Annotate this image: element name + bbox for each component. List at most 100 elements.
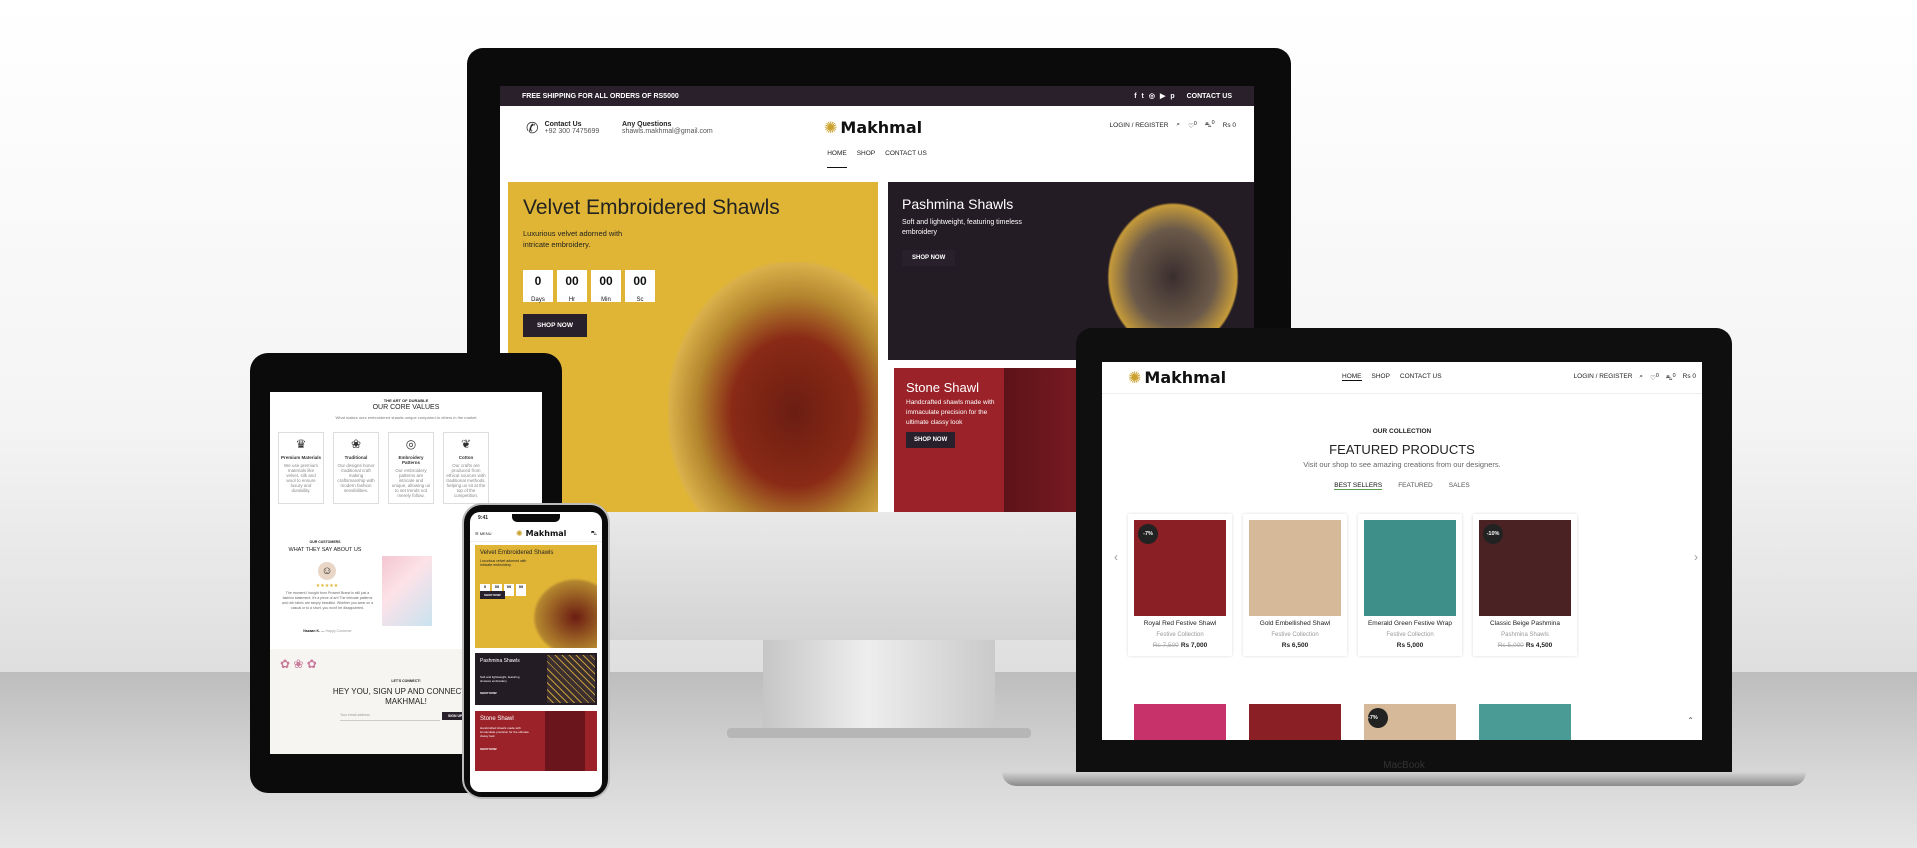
phone-banner-velvet[interactable]: Velvet Embroidered Shawls Luxurious velv…	[475, 545, 597, 648]
banner-pashmina-subtitle: Soft and lightweight, featuring timeless…	[902, 219, 1022, 236]
facebook-icon[interactable]: f	[1134, 93, 1136, 100]
tab-best-sellers[interactable]: BEST SELLERS	[1334, 482, 1383, 490]
testimonials-title: WHAT THEY SAY ABOUT US	[288, 547, 362, 553]
carousel-next-icon[interactable]: ›	[1694, 550, 1698, 564]
nav-home[interactable]: HOME	[1342, 373, 1362, 381]
contact-email[interactable]: shawls.makhmal@gmail.com	[622, 128, 762, 135]
login-register-link[interactable]: LOGIN / REGISTER	[1110, 122, 1169, 129]
nav-shop[interactable]: SHOP	[857, 150, 875, 168]
product-category[interactable]: Festive Collection	[1128, 632, 1232, 638]
product-name[interactable]: Royal Red Festive Shawl	[1128, 620, 1232, 627]
nav-contact[interactable]: CONTACT US	[885, 150, 927, 168]
contact-phone[interactable]: +92 300 7475699	[545, 128, 600, 135]
product-image[interactable]	[1364, 520, 1456, 616]
main-nav: HOME SHOP CONTACT US	[500, 150, 1254, 168]
logo-sun-icon: ✺	[515, 529, 523, 538]
scroll-top-icon[interactable]: ⌃	[1687, 716, 1694, 725]
social-links: f t ◎ ▶ p CONTACT US	[1129, 92, 1232, 100]
twitter-icon[interactable]: t	[1142, 93, 1144, 100]
pashmina-shawl-image	[547, 655, 595, 703]
product-image[interactable]	[1479, 704, 1571, 740]
phone-banner-stone[interactable]: Stone Shawl Handcrafted shawls made with…	[475, 711, 597, 771]
phone-header: ☰ MENU ✺ Makhmal ⛍	[470, 526, 602, 542]
nav-contact[interactable]: CONTACT US	[1400, 373, 1442, 381]
product-card[interactable]: -7% Royal Red Festive Shawl Festive Coll…	[1128, 514, 1232, 656]
product-image[interactable]: -7%	[1364, 704, 1456, 740]
product-category[interactable]: Festive Collection	[1243, 632, 1347, 638]
search-icon[interactable]: ⌕	[1176, 121, 1180, 129]
countdown-timer: 0 Days 00 Hr 00 Min 00 Sc	[523, 270, 659, 306]
signup-title: HEY YOU, SIGN UP AND CONNECT TO MAKHMAL!	[332, 687, 480, 706]
cart-icon[interactable]: ⛍	[591, 530, 597, 538]
menu-button[interactable]: ☰ MENU	[475, 531, 491, 536]
banner-pashmina-shop-button[interactable]: SHOP NOW	[902, 250, 956, 266]
questions-label: Any Questions	[622, 121, 672, 128]
logo-sun-icon: ✺	[824, 118, 838, 137]
testimonial-image	[382, 556, 432, 626]
product-card[interactable]: Emerald Green Festive Wrap Festive Colle…	[1358, 514, 1462, 656]
rating-stars: ★★★★★	[315, 583, 339, 589]
discount-badge: -7%	[1368, 708, 1388, 728]
product-price: Rs 7,500 Rs 7,000	[1152, 642, 1208, 649]
value-card: ♛ Premium Materials We use premium materia…	[278, 432, 324, 504]
site-logo[interactable]: ✺ Makhmal	[824, 118, 922, 137]
velvet-shawl-image	[668, 262, 878, 512]
product-category[interactable]: Pashmina Shawls	[1473, 632, 1577, 638]
tab-featured[interactable]: FEATURED	[1398, 482, 1433, 490]
wishlist-icon[interactable]: ♡0	[1650, 373, 1659, 383]
product-image[interactable]	[1249, 520, 1341, 616]
product-price: Rs 6,500	[1281, 642, 1309, 649]
banner-velvet[interactable]: Velvet Embroidered Shawls Luxurious velv…	[508, 182, 878, 512]
laptop-label: MacBook	[1383, 760, 1425, 771]
carousel-prev-icon[interactable]: ‹	[1114, 550, 1118, 564]
stone-shawl-image	[545, 711, 585, 771]
youtube-icon[interactable]: ▶	[1160, 93, 1165, 100]
cart-icon[interactable]: ⛍0	[1666, 373, 1676, 383]
signup-email-input[interactable]: Your email address	[340, 713, 440, 721]
product-price: Rs 5,000	[1396, 642, 1424, 649]
contact-label: Contact Us	[544, 121, 582, 128]
product-image[interactable]	[1249, 704, 1341, 740]
banner-stone-shop-button[interactable]: SHOP NOW	[906, 432, 956, 448]
pinterest-icon[interactable]: p	[1170, 93, 1174, 100]
values-title: OUR CORE VALUES	[372, 404, 440, 411]
product-name[interactable]: Gold Embellished Shawl	[1243, 620, 1347, 627]
discount-badge: -10%	[1483, 524, 1503, 544]
testimonial-author: Nazaan K. — Happy Customer	[303, 629, 352, 633]
tab-sales[interactable]: SALES	[1449, 482, 1470, 490]
banner-velvet-shop-button[interactable]: SHOP NOW	[523, 314, 587, 337]
phone-icon: ✆	[526, 120, 539, 137]
product-image[interactable]	[1134, 704, 1226, 740]
imac-stand	[763, 640, 995, 736]
wishlist-icon[interactable]: ♡0	[1188, 121, 1197, 130]
featured-title: FEATURED PRODUCTS	[1329, 442, 1475, 457]
stone-shawl-image	[1004, 368, 1084, 512]
site-header: ✆ Contact Us +92 300 7475699 Any Questio…	[500, 106, 1254, 150]
login-register-link[interactable]: LOGIN / REGISTER	[1574, 373, 1633, 383]
product-price: Rs 5,000 Rs 4,500	[1497, 642, 1553, 649]
avatar: ☺	[318, 562, 336, 580]
product-name[interactable]: Classic Beige Pashmina	[1473, 620, 1577, 627]
product-name[interactable]: Emerald Green Festive Wrap	[1358, 620, 1462, 627]
product-card[interactable]: -10% Classic Beige Pashmina Pashmina Sha…	[1473, 514, 1577, 656]
testimonials-eyebrow: OUR CUSTOMERS	[309, 540, 341, 544]
cart-total: Rs 0	[1222, 121, 1236, 129]
product-category[interactable]: Festive Collection	[1358, 632, 1462, 638]
laptop-header: ✺ Makhmal HOME SHOP CONTACT US LOGIN / RE…	[1102, 362, 1702, 394]
phone-banner-pashmina[interactable]: Pashmina Shawls Soft and lightweight, fe…	[475, 653, 597, 705]
product-card[interactable]: Gold Embellished Shawl Festive Collectio…	[1243, 514, 1347, 656]
nav-home[interactable]: HOME	[827, 150, 847, 168]
banner-stone-subtitle: Handcrafted shawls made with immaculate …	[906, 399, 995, 426]
banner-velvet-title: Velvet Embroidered Shawls	[523, 196, 780, 219]
topbar-contact-link[interactable]: CONTACT US	[1187, 93, 1232, 100]
site-logo[interactable]: ✺ Makhmal	[1128, 368, 1226, 387]
instagram-icon[interactable]: ◎	[1149, 93, 1155, 100]
search-icon[interactable]: ⌕	[1639, 373, 1643, 383]
cart-icon[interactable]: ⛍0	[1205, 120, 1215, 130]
phone-logo[interactable]: ✺ Makhmal	[516, 529, 567, 538]
banner-velvet-subtitle: Luxurious velvet adorned with intricate …	[523, 229, 623, 249]
cotton-icon: ❦	[460, 437, 472, 451]
nav-shop[interactable]: SHOP	[1372, 373, 1390, 381]
crown-icon: ♛	[295, 437, 307, 451]
flower-decoration-icon: ✿ ❀ ✿	[280, 657, 317, 671]
